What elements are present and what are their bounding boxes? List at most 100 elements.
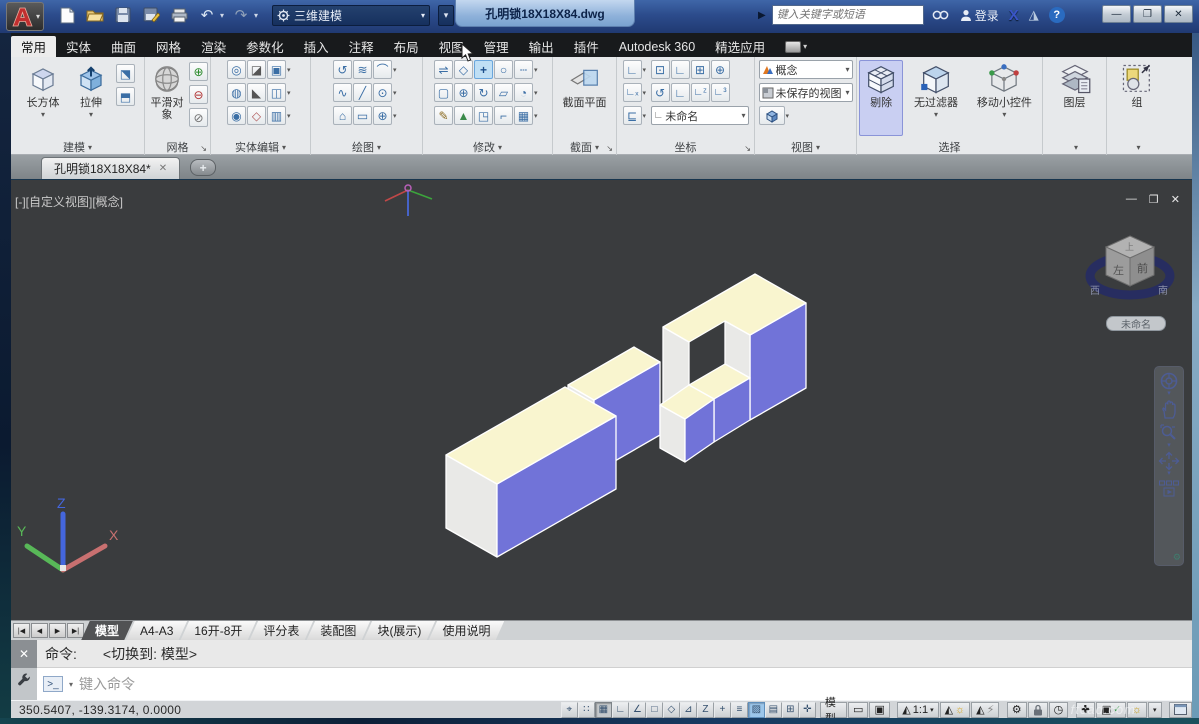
annotation-scale-button[interactable]: ◭ 1:1 ▾ <box>897 702 938 718</box>
orbit-button[interactable]: ▾ <box>1156 451 1182 477</box>
smooth-less-button[interactable]: ⊖ <box>189 85 208 104</box>
object-snap-3d-toggle[interactable]: ◇ <box>663 702 680 718</box>
polysolid-button[interactable]: ⬔ <box>116 64 135 83</box>
tab-home[interactable]: 常用 <box>11 36 56 57</box>
tab-parametric[interactable]: 参数化 <box>236 36 294 57</box>
zoom-dropdown-icon[interactable]: ▾ <box>1167 443 1171 449</box>
panel-title-modeling[interactable]: 建模▾ <box>11 139 144 155</box>
scale-button[interactable]: ◳ <box>474 106 493 125</box>
solidedit-dd3-icon[interactable]: ▾ <box>287 112 294 120</box>
arc-button[interactable]: ⌒ <box>373 60 392 79</box>
help-icon[interactable]: ? <box>1047 7 1067 23</box>
viewcube-ucs-button[interactable]: 未命名 <box>1106 316 1166 331</box>
trim-button[interactable]: ⌐ <box>494 106 513 125</box>
group-button[interactable]: 组 <box>1114 60 1160 136</box>
command-recent-dropdown-icon[interactable]: ▾ <box>69 680 73 689</box>
explode-button[interactable]: ▲ <box>454 106 473 125</box>
section-plane-button[interactable]: 截面平面 <box>562 60 608 136</box>
layer-properties-button[interactable]: 图层 <box>1052 60 1098 136</box>
infocenter-collapse-icon[interactable]: ▶ <box>758 10 766 21</box>
subtract-button[interactable]: ◍ <box>227 83 246 102</box>
copy-button[interactable]: ▢ <box>434 83 453 102</box>
command-close-button[interactable]: ✕ <box>11 640 37 668</box>
workspace-menu-button[interactable]: ▾ <box>438 5 454 26</box>
redo-button[interactable]: ↷ <box>230 4 252 26</box>
gizmo-dd-icon[interactable]: ▾ <box>1002 110 1006 119</box>
toolbar-lock-button[interactable] <box>1028 702 1048 718</box>
box-dropdown-icon[interactable]: ▾ <box>41 110 45 119</box>
mesh-launcher-icon[interactable]: ↘ <box>200 144 207 153</box>
smooth-more-button[interactable]: ⊕ <box>189 62 208 81</box>
named-view-combo[interactable]: 未保存的视图 ▾ <box>759 83 853 102</box>
erase-button[interactable]: ✎ <box>434 106 453 125</box>
union-button[interactable]: ◎ <box>227 60 246 79</box>
move3d-gizmo-button[interactable]: + <box>474 60 493 79</box>
prev-layout-button[interactable]: ◀ <box>31 623 48 638</box>
layout-tab-model[interactable]: 模型 <box>81 621 133 641</box>
tab-featured-apps[interactable]: 精选应用 <box>705 36 775 57</box>
tab-manage[interactable]: 管理 <box>474 36 519 57</box>
ucs-x-button[interactable]: ∟ₓ <box>623 83 642 102</box>
extrude-button[interactable]: 拉伸 ▾ <box>68 60 114 136</box>
restore-button[interactable]: ❐ <box>1133 5 1162 23</box>
object-snap-toggle[interactable]: □ <box>646 702 663 718</box>
transparency-toggle[interactable]: ▨ <box>748 702 765 718</box>
ucs-dd1-icon[interactable]: ▾ <box>643 66 650 74</box>
status-bar-menu-button[interactable]: ▾ <box>1148 702 1162 718</box>
drawing-viewport[interactable]: Z Y X [-][自定义视图][概念] — ❐ ✕ 西 南 上 左 前 未命名 <box>11 180 1192 620</box>
undo-dropdown-icon[interactable]: ▾ <box>220 11 224 20</box>
grid-display-toggle[interactable]: ▦ <box>595 702 612 718</box>
modify-dd3-icon[interactable]: ▾ <box>534 112 541 120</box>
viewcube-top-label[interactable]: 上 <box>1125 242 1134 252</box>
tab-render[interactable]: 渲染 <box>191 36 236 57</box>
culling-button[interactable]: 剔除 <box>859 60 903 136</box>
model-space-button[interactable]: 模型 <box>820 702 847 718</box>
ellipse-button[interactable]: ⊕ <box>373 106 392 125</box>
ucs-z-button[interactable]: ∟ᶻ <box>691 83 710 102</box>
infer-constraints-toggle[interactable]: ⌖ <box>561 702 578 718</box>
spline-button[interactable]: ∿ <box>333 83 352 102</box>
panel-title-selection[interactable]: 选择 <box>857 139 1042 155</box>
shell-button[interactable]: ◫ <box>267 83 286 102</box>
workspace-combo[interactable]: 三维建模 ▾ <box>272 5 430 26</box>
tab-mesh[interactable]: 网格 <box>146 36 191 57</box>
navbar-settings-icon[interactable]: ⚙ <box>1173 552 1181 563</box>
new-drawing-tab-button[interactable]: + <box>190 159 216 176</box>
revision-cloud-button[interactable]: ≋ <box>353 60 372 79</box>
viewcube-west-label[interactable]: 西 <box>1090 286 1100 297</box>
viewport-restore-icon[interactable]: ❐ <box>1149 193 1159 206</box>
viewcube-front-label[interactable]: 前 <box>1137 261 1148 275</box>
taper-face-button[interactable]: ◇ <box>247 106 266 125</box>
next-layout-button[interactable]: ▶ <box>49 623 66 638</box>
extrude-dropdown-icon[interactable]: ▾ <box>89 110 93 119</box>
solidedit-dd2-icon[interactable]: ▾ <box>287 89 294 97</box>
erase-hidden-button[interactable]: ┄ <box>514 60 533 79</box>
line-button[interactable]: ╱ <box>353 83 372 102</box>
signin-button[interactable]: 登录 <box>958 7 1001 24</box>
wheel-dropdown-icon[interactable]: ▾ <box>1167 391 1171 397</box>
last-layout-button[interactable]: ▶| <box>67 623 84 638</box>
modify-dd1-icon[interactable]: ▾ <box>534 66 541 74</box>
quick-properties-toggle[interactable]: ▤ <box>765 702 782 718</box>
snap-mode-toggle[interactable]: ∷ <box>578 702 595 718</box>
file-tab-active[interactable]: 孔明锁18X18X84* ✕ <box>41 157 180 179</box>
new-button[interactable] <box>56 4 78 26</box>
tab-output[interactable]: 输出 <box>519 36 564 57</box>
layout-tab-score[interactable]: 评分表 <box>249 621 313 641</box>
plot-button[interactable] <box>168 4 190 26</box>
panel-title-modify[interactable]: 修改▾ <box>423 139 552 155</box>
coordinates-readout[interactable]: 350.5407, -139.3174, 0.0000 <box>19 703 236 717</box>
tab-surface[interactable]: 曲面 <box>101 36 146 57</box>
tab-layout[interactable]: 布局 <box>384 36 429 57</box>
annotation-autoscale-button[interactable]: ◭⚡ <box>971 702 999 718</box>
solidedit-dd1-icon[interactable]: ▾ <box>287 66 294 74</box>
coordinates-launcher-icon[interactable]: ↘ <box>744 144 751 153</box>
ucs-face-button[interactable]: ⊕ <box>711 60 730 79</box>
ucs-world-button[interactable]: ∟ <box>671 60 690 79</box>
ucs-previous-button[interactable]: ↺ <box>651 83 670 102</box>
tab-plugins[interactable]: 插件 <box>564 36 609 57</box>
communication-center-icon[interactable]: ◮ <box>1027 7 1041 23</box>
move-button[interactable]: ⊕ <box>454 83 473 102</box>
command-input-row[interactable]: >_ ▾ 键入命令 <box>37 668 1192 700</box>
viewcube-left-label[interactable]: 左 <box>1113 264 1124 277</box>
